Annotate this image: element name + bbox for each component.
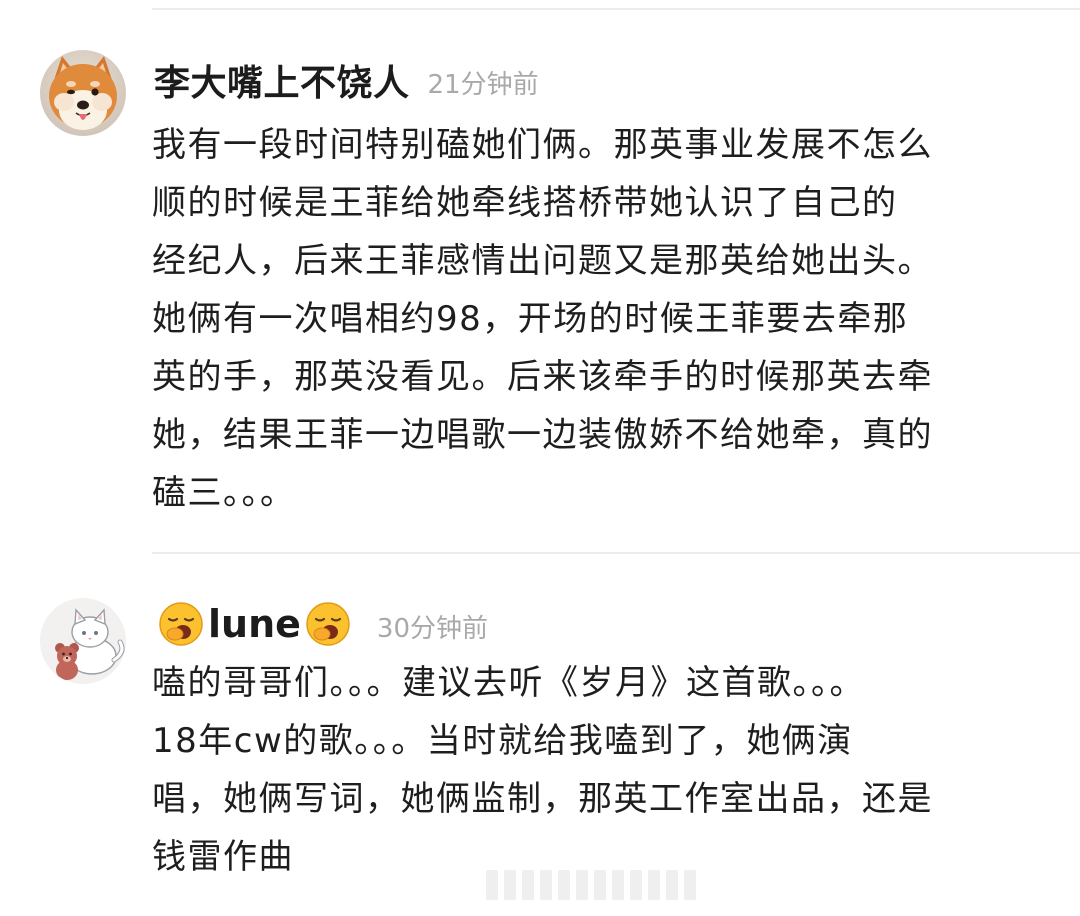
white-cat-with-teddy-bear-avatar-icon — [40, 598, 126, 684]
username[interactable]: 李大嘴上不饶人 — [154, 54, 410, 106]
timestamp: 21分钟前 — [427, 69, 539, 100]
shiba-inu-dog-avatar-icon — [40, 50, 126, 136]
watermark — [486, 870, 696, 900]
yawning-face-emoji-icon — [159, 602, 203, 646]
username[interactable]: lune — [154, 600, 355, 648]
top-divider — [152, 8, 1080, 10]
comment-divider — [152, 552, 1080, 554]
avatar[interactable] — [40, 598, 126, 684]
comment-header: lune 30分钟前 — [154, 600, 488, 648]
avatar[interactable] — [40, 50, 126, 136]
comment-header: 李大嘴上不饶人 21分钟前 — [154, 54, 539, 106]
comment-text: 我有一段时间特别磕她们俩。那英事业发展不怎么 顺的时候是王菲给她牵线搭桥带她认识… — [152, 125, 933, 513]
username-text: lune — [208, 602, 301, 646]
timestamp: 30分钟前 — [376, 613, 488, 644]
comment-text: 嗑的哥哥们。。。建议去听《岁月》这首歌。。。 18年cw的歌。。。当时就给我嗑到… — [152, 663, 933, 877]
yawning-face-emoji-icon — [306, 602, 350, 646]
